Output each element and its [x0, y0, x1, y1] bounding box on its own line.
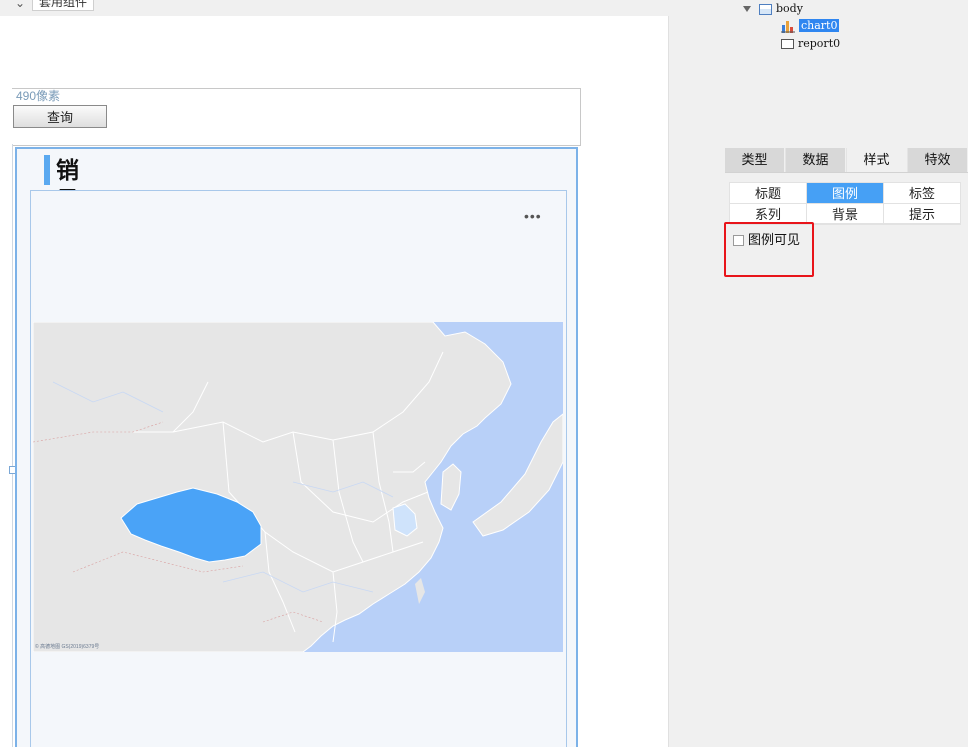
china-map[interactable]: © 高德地图 GS(2019)6379号 [33, 322, 563, 652]
report-editor-canvas: ⌄ 套用组件 490像素 查询 销量概况 ••• [0, 0, 684, 747]
tree-item-label: body [776, 2, 803, 15]
chart-icon [781, 19, 795, 33]
widget-tree: body chart0 report0 [725, 0, 968, 148]
subtab-tooltip[interactable]: 提示 [884, 204, 961, 225]
layout-guide-line [12, 144, 13, 747]
subtab-background[interactable]: 背景 [807, 204, 884, 225]
collapse-triangle-icon[interactable] [743, 6, 751, 12]
tab-effects[interactable]: 特效 [908, 148, 968, 172]
style-subtabs: 标题 图例 标签 系列 背景 提示 [729, 182, 961, 225]
chart-area[interactable]: ••• © 高德地图 GS(2019)6379号 [30, 190, 567, 747]
component-toolbar: ⌄ 套用组件 [0, 0, 684, 16]
more-options-icon[interactable]: ••• [524, 209, 542, 223]
chart-widget[interactable]: 销量概况 ••• [15, 147, 578, 747]
map-svg [33, 322, 563, 652]
map-credit: © 高德地图 GS(2019)6379号 [35, 644, 100, 650]
tree-item-body[interactable]: body [743, 0, 803, 17]
subtab-title[interactable]: 标题 [730, 183, 807, 204]
tree-gutter [684, 0, 725, 747]
report-icon [781, 39, 794, 49]
title-accent-bar [44, 155, 50, 185]
tree-item-label: report0 [798, 37, 841, 50]
query-button[interactable]: 查询 [13, 105, 107, 128]
tree-item-chart0[interactable]: chart0 [781, 17, 840, 34]
annotation-highlight-box [724, 222, 814, 277]
form-icon [759, 3, 772, 15]
vertical-scrollbar[interactable] [668, 16, 684, 747]
tree-item-label: chart0 [799, 19, 840, 32]
subtab-label[interactable]: 标签 [884, 183, 961, 204]
chevron-down-icon[interactable]: ⌄ [15, 0, 25, 10]
tab-type[interactable]: 类型 [725, 148, 785, 172]
tab-data[interactable]: 数据 [786, 148, 846, 172]
property-tabs: 类型 数据 样式 特效 [725, 148, 968, 173]
properties-sidebar: body chart0 report0 类型 数据 样式 特效 标题 图例 标签… [684, 0, 968, 747]
subtab-legend[interactable]: 图例 [807, 183, 884, 204]
param-panel-width-hint: 490像素 [16, 89, 61, 103]
tab-style[interactable]: 样式 [847, 148, 907, 172]
tree-item-report0[interactable]: report0 [781, 35, 840, 52]
apply-component-tab[interactable]: 套用组件 [32, 0, 95, 11]
